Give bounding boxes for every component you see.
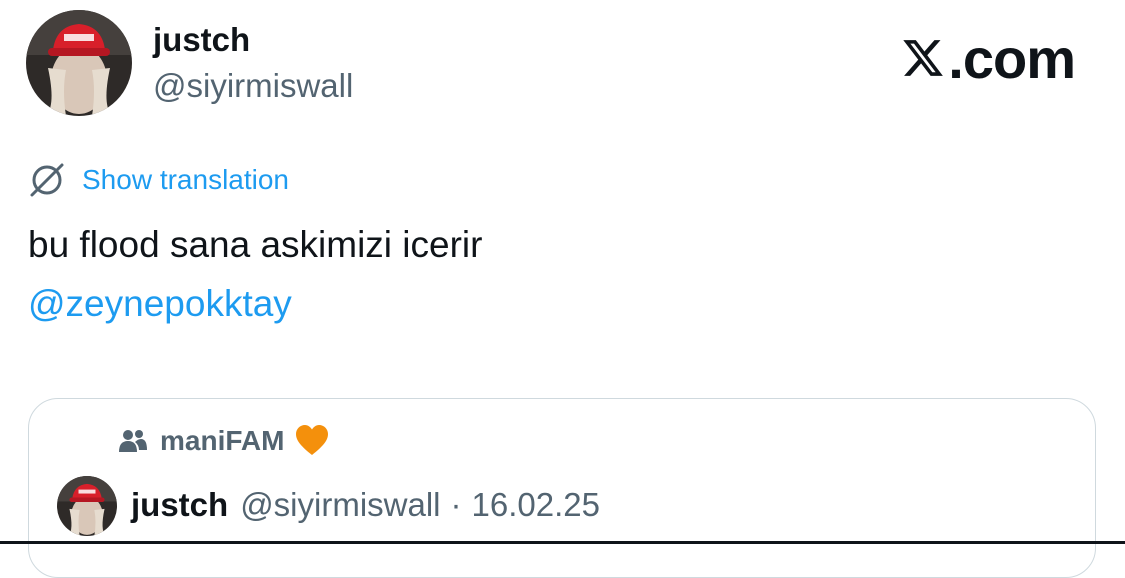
community-name[interactable]: maniFAM: [160, 421, 284, 461]
author-display-name[interactable]: justch: [153, 20, 250, 60]
community-icon: [119, 430, 147, 452]
quote-author-handle[interactable]: @siyirmiswall: [240, 482, 440, 528]
quote-author-name[interactable]: justch: [131, 482, 228, 528]
author-handle[interactable]: @siyirmiswall: [153, 66, 353, 106]
show-translation-row[interactable]: Show translation: [28, 160, 289, 200]
orange-heart-icon: [296, 425, 329, 455]
show-translation-link[interactable]: Show translation: [82, 160, 289, 200]
brand-domain-text: .com: [948, 26, 1076, 90]
quote-author-line: justch @siyirmiswall · 16.02.25: [131, 482, 600, 528]
quote-date[interactable]: 16.02.25: [472, 482, 600, 528]
mention-link[interactable]: @zeynepokktay: [28, 281, 292, 327]
quote-author-avatar[interactable]: [57, 476, 117, 536]
x-logo-icon: [903, 40, 944, 76]
avatar-photo: [26, 10, 132, 116]
x-logo: .com: [900, 26, 1076, 90]
meta-separator: ·: [450, 486, 462, 523]
tweet-text: bu flood sana askimizi icerir: [28, 224, 483, 265]
quote-avatar-photo: [57, 476, 117, 536]
globe-translate-icon: [30, 163, 64, 197]
author-avatar[interactable]: [26, 10, 132, 116]
community-label[interactable]: maniFAM: [118, 421, 330, 461]
